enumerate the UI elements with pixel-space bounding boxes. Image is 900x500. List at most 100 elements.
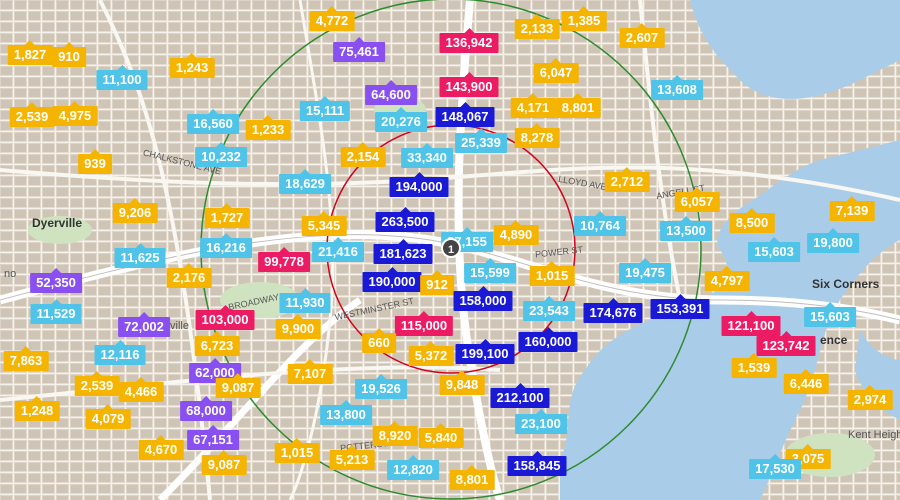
price-label-blue[interactable]: 158,000 [453, 286, 513, 311]
price-label-cyan[interactable]: 10,232 [195, 142, 247, 167]
price-label-pink[interactable]: 123,742 [756, 331, 816, 356]
price-label-blue[interactable]: 263,500 [375, 207, 435, 232]
price-label-cyan[interactable]: 12,116 [94, 340, 146, 365]
price-label-yellow[interactable]: 4,466 [118, 377, 164, 402]
price-label-yellow[interactable]: 4,079 [85, 404, 131, 429]
price-label-yellow[interactable]: 9,087 [201, 450, 247, 475]
price-label-yellow[interactable]: 1,539 [731, 353, 777, 378]
price-label-pink[interactable]: 103,000 [195, 305, 255, 330]
price-label-purple[interactable]: 75,461 [333, 37, 385, 62]
price-label-cyan[interactable]: 10,764 [574, 211, 626, 236]
price-label-yellow[interactable]: 8,278 [514, 123, 560, 148]
price-label-cyan[interactable]: 16,216 [200, 233, 252, 258]
price-label-yellow[interactable]: 8,920 [372, 421, 418, 446]
price-label-cyan[interactable]: 16,560 [187, 109, 239, 134]
price-label-yellow[interactable]: 1,248 [14, 396, 60, 421]
price-label-yellow[interactable]: 5,213 [329, 445, 375, 470]
price-label-yellow[interactable]: 2,712 [604, 167, 650, 192]
price-label-yellow[interactable]: 1,015 [529, 261, 575, 286]
price-label-pink[interactable]: 115,000 [394, 311, 454, 336]
price-label-cyan[interactable]: 15,603 [748, 237, 800, 262]
price-label-cyan[interactable]: 11,529 [30, 299, 82, 324]
price-label-cyan[interactable]: 19,475 [619, 258, 671, 283]
price-label-yellow[interactable]: 9,087 [215, 373, 261, 398]
price-label-yellow[interactable]: 7,139 [829, 196, 875, 221]
price-label-yellow[interactable]: 6,057 [674, 187, 720, 212]
price-label-yellow[interactable]: 6,047 [533, 58, 579, 83]
price-label-pink[interactable]: 121,100 [721, 311, 781, 336]
price-label-cyan[interactable]: 18,629 [279, 169, 331, 194]
price-label-cyan[interactable]: 15,111 [299, 96, 351, 121]
price-label-cyan[interactable]: 13,608 [651, 75, 703, 100]
price-label-yellow[interactable]: 4,772 [309, 6, 355, 31]
price-label-cyan[interactable]: 33,340 [401, 143, 453, 168]
price-label-blue[interactable]: 148,067 [435, 102, 495, 127]
price-label-blue[interactable]: 174,676 [583, 298, 643, 323]
price-label-cyan[interactable]: 19,800 [807, 228, 859, 253]
price-label-yellow[interactable]: 2,154 [340, 142, 386, 167]
price-label-yellow[interactable]: 5,372 [408, 341, 454, 366]
price-label-yellow[interactable]: 4,670 [138, 435, 184, 460]
price-label-yellow[interactable]: 2,133 [514, 14, 560, 39]
price-label-yellow[interactable]: 5,840 [418, 423, 464, 448]
price-label-yellow[interactable]: 7,107 [287, 359, 333, 384]
price-label-yellow[interactable]: 1,727 [204, 203, 250, 228]
price-label-cyan[interactable]: 11,100 [96, 65, 148, 90]
price-label-purple[interactable]: 52,350 [30, 268, 82, 293]
price-label-blue[interactable]: 160,000 [518, 327, 578, 352]
price-label-yellow[interactable]: 2,539 [74, 371, 120, 396]
price-label-cyan[interactable]: 15,599 [464, 258, 516, 283]
price-label-purple[interactable]: 68,000 [180, 396, 232, 421]
price-label-purple[interactable]: 67,151 [187, 425, 239, 450]
price-label-cyan[interactable]: 19,526 [355, 374, 407, 399]
price-label-blue[interactable]: 194,000 [389, 172, 449, 197]
price-label-blue[interactable]: 181,623 [373, 239, 433, 264]
price-label-cyan[interactable]: 17,530 [749, 454, 801, 479]
price-label-pink[interactable]: 99,778 [258, 247, 310, 272]
price-label-yellow[interactable]: 8,801 [449, 465, 495, 490]
price-label-yellow[interactable]: 660 [362, 328, 396, 353]
price-label-yellow[interactable]: 9,848 [439, 370, 485, 395]
price-label-cyan[interactable]: 23,100 [515, 409, 567, 434]
price-label-cyan[interactable]: 13,500 [660, 216, 712, 241]
price-label-yellow[interactable]: 5,345 [301, 211, 347, 236]
price-label-yellow[interactable]: 1,233 [245, 115, 291, 140]
price-label-yellow[interactable]: 1,015 [274, 438, 320, 463]
price-label-yellow[interactable]: 1,243 [169, 53, 215, 78]
price-label-cyan[interactable]: 20,276 [375, 107, 427, 132]
price-label-cyan[interactable]: 11,930 [279, 288, 331, 313]
price-label-pink[interactable]: 136,942 [439, 28, 499, 53]
price-label-yellow[interactable]: 6,723 [194, 331, 240, 356]
price-label-cyan[interactable]: 25,339 [455, 128, 507, 153]
price-label-yellow[interactable]: 9,900 [275, 314, 321, 339]
price-label-yellow[interactable]: 4,975 [52, 101, 98, 126]
price-label-blue[interactable]: 190,000 [362, 267, 422, 292]
price-label-pink[interactable]: 143,900 [439, 72, 499, 97]
price-label-cyan[interactable]: 23,543 [523, 296, 575, 321]
price-label-yellow[interactable]: 1,385 [561, 6, 607, 31]
price-label-blue[interactable]: 153,391 [650, 294, 710, 319]
price-label-yellow[interactable]: 1,827 [7, 40, 53, 65]
price-label-blue[interactable]: 199,100 [455, 339, 515, 364]
price-label-yellow[interactable]: 939 [78, 149, 112, 174]
price-label-blue[interactable]: 212,100 [490, 383, 550, 408]
price-label-yellow[interactable]: 2,176 [166, 263, 212, 288]
price-label-yellow[interactable]: 2,607 [619, 23, 665, 48]
price-label-yellow[interactable]: 6,446 [783, 369, 829, 394]
center-location-marker[interactable]: 1 [441, 238, 461, 258]
price-label-purple[interactable]: 64,600 [365, 80, 417, 105]
price-label-yellow[interactable]: 2,974 [847, 385, 893, 410]
price-label-purple[interactable]: 72,002 [118, 312, 170, 337]
price-label-yellow[interactable]: 910 [52, 42, 86, 67]
price-label-yellow[interactable]: 8,500 [729, 208, 775, 233]
price-label-cyan[interactable]: 11,625 [114, 243, 166, 268]
price-label-yellow[interactable]: 8,801 [555, 93, 601, 118]
price-label-yellow[interactable]: 4,171 [510, 93, 556, 118]
price-label-yellow[interactable]: 7,863 [3, 346, 49, 371]
price-label-yellow[interactable]: 9,206 [112, 198, 158, 223]
map-canvas[interactable]: Dyerville Six Corners Kent Heigh no vill… [0, 0, 900, 500]
price-label-blue[interactable]: 158,845 [507, 451, 567, 476]
price-label-cyan[interactable]: 13,800 [320, 400, 372, 425]
price-label-cyan[interactable]: 12,820 [387, 455, 439, 480]
price-label-yellow[interactable]: 4,890 [493, 220, 539, 245]
